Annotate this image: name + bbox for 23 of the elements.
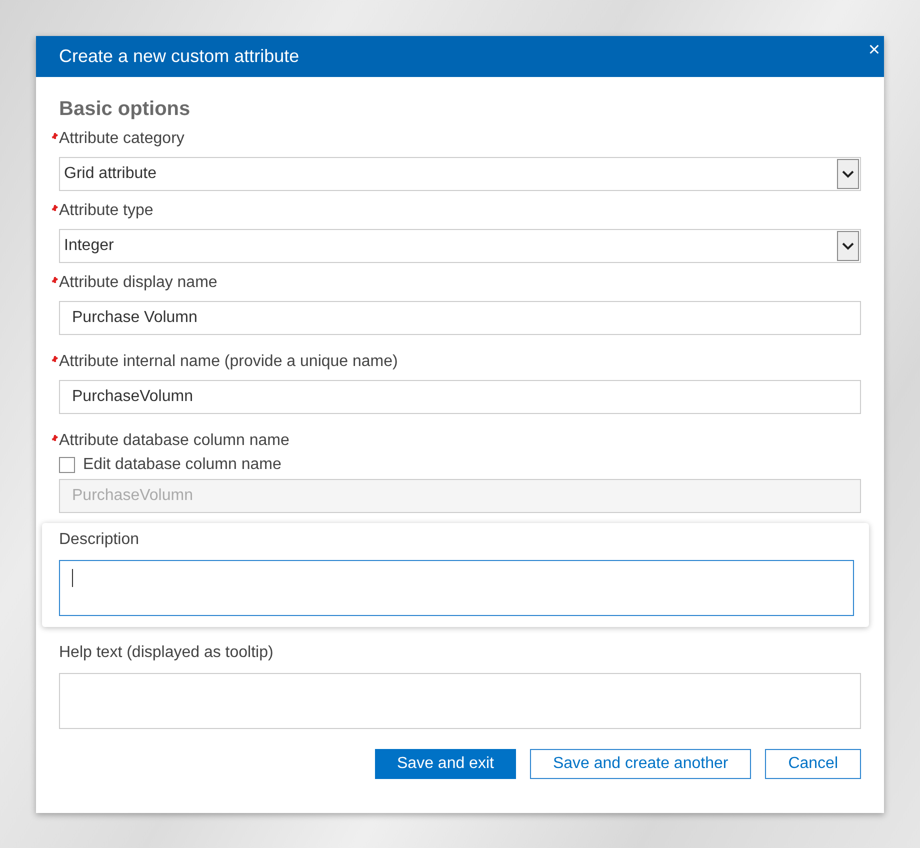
field-label: Attribute display name [59, 273, 218, 293]
input-field[interactable]: PurchaseVolumn [59, 380, 861, 414]
text-area[interactable] [59, 560, 854, 616]
input-field[interactable]: Purchase Volumn [59, 301, 861, 335]
secondary-button[interactable]: Save and create another [530, 749, 752, 779]
section-title: Basic options [59, 97, 192, 121]
field-label: Attribute category [59, 129, 184, 149]
checkbox[interactable] [59, 457, 75, 473]
checkbox-label: Edit database column name [83, 456, 282, 474]
close-button[interactable]: × [864, 36, 884, 60]
dropdown-field[interactable]: Integer [59, 229, 861, 263]
dropdown-field[interactable]: Grid attribute [59, 157, 861, 191]
primary-button[interactable]: Save and exit [375, 749, 516, 779]
caret-icon [837, 159, 859, 189]
field-label: Attribute database column name [59, 431, 290, 451]
dialog-title: Create a new custom attribute [59, 46, 300, 67]
field-label: Attribute type [59, 201, 154, 221]
text-cursor [72, 569, 73, 587]
field-label: Attribute internal name (provide a unique name) [59, 352, 398, 372]
field-label: Description [59, 530, 140, 550]
secondary-button[interactable]: Cancel [765, 749, 861, 779]
caret-icon [837, 231, 859, 261]
field-label: Help text (displayed as tooltip) [59, 643, 274, 663]
